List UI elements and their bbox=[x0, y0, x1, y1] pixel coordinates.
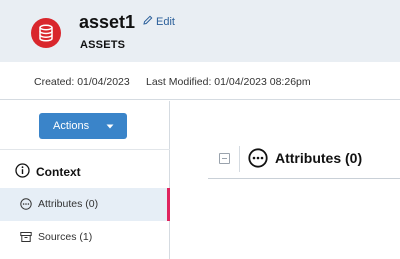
main-content: Attributes (0) bbox=[171, 101, 400, 259]
vertical-divider bbox=[239, 146, 240, 172]
edit-link[interactable]: Edit bbox=[143, 15, 175, 28]
database-icon bbox=[31, 18, 61, 48]
edit-label[interactable]: Edit bbox=[156, 16, 175, 28]
asset-type-label: ASSETS bbox=[80, 39, 126, 51]
divider bbox=[0, 149, 170, 150]
sidebar-item-label[interactable]: Attributes (0) bbox=[38, 198, 98, 210]
last-modified-date: Last Modified: 01/04/2023 08:26pm bbox=[146, 76, 311, 88]
actions-label[interactable]: Actions bbox=[53, 120, 89, 132]
actions-button[interactable]: Actions bbox=[39, 113, 127, 139]
context-heading: Context bbox=[15, 163, 81, 181]
archive-box-icon bbox=[20, 231, 32, 246]
sidebar-item-attributes[interactable]: Attributes (0) bbox=[0, 188, 170, 221]
active-indicator bbox=[167, 188, 170, 221]
section-underline bbox=[208, 178, 400, 179]
asset-header: asset1 Edit ASSETS bbox=[0, 0, 400, 62]
context-label: Context bbox=[36, 165, 81, 179]
asset-title: asset1 bbox=[79, 12, 136, 32]
collapse-toggle[interactable] bbox=[219, 153, 230, 164]
created-date: Created: 01/04/2023 bbox=[34, 76, 130, 88]
ellipsis-circle-icon bbox=[20, 198, 32, 213]
metadata-bar: Created: 01/04/2023 Last Modified: 01/04… bbox=[0, 62, 400, 100]
sidebar: Actions Context Attributes (0) Sources (… bbox=[0, 101, 170, 259]
info-icon bbox=[15, 163, 30, 181]
section-title: Attributes (0) bbox=[275, 150, 363, 166]
sidebar-item-sources[interactable]: Sources (1) bbox=[0, 221, 170, 254]
ellipsis-circle-icon bbox=[248, 148, 268, 173]
caret-down-icon[interactable] bbox=[106, 121, 114, 133]
pencil-icon bbox=[143, 15, 153, 28]
sidebar-item-label[interactable]: Sources (1) bbox=[38, 231, 92, 243]
